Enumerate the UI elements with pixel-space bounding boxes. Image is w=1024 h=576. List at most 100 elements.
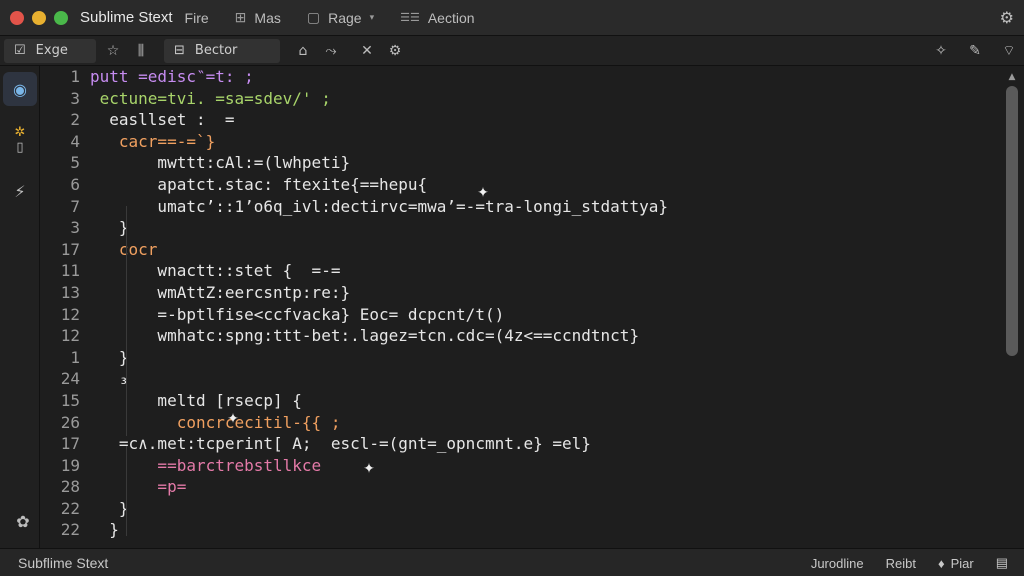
line-number: 12 [60,304,80,324]
code-line[interactable]: concrcecitil-{{ ; [90,412,990,434]
minimize-window-button[interactable] [32,10,46,25]
code-line[interactable]: putt =edisc‶=t: ; [90,66,990,88]
line-number: 1 [70,67,80,86]
document-icon[interactable]: ▤ [996,555,1008,571]
menu-item-aection[interactable]: ☰☰ Aection [400,10,474,26]
line-number: 17 [60,239,80,259]
chat-icon[interactable]: ⌔ [998,40,1020,62]
toolbar-tab-exge[interactable]: ☑ Exge [4,38,96,63]
tools-icon[interactable]: ✕ [356,40,378,62]
menu-item-label: Fire [184,9,209,26]
status-indent[interactable]: Reibt [886,556,916,571]
code-line[interactable]: wnactt::stet { =-= [90,260,990,282]
action-icon: ☰☰ [400,12,420,24]
code-area[interactable]: putt =edisc‶=t: ; ectune=tvi. =sa=sdev/'… [90,66,990,548]
line-number: 17 [60,434,80,454]
line-number-gutter: 1 3 2 4 5 6 7 3 17 11 13 12 12 1 24 15 26 17 19 28 22 22 [40,66,88,548]
code-line[interactable]: wmAttZ:eercsntp:re:} [90,282,990,304]
line-number: 12 [60,326,80,346]
line-number: 1 [70,347,80,367]
code-line[interactable]: } [90,217,990,239]
code-line[interactable]: =p= [90,476,990,498]
editor-pane[interactable]: 1 3 2 4 5 6 7 3 17 11 13 12 12 1 24 15 26 17 19 28 22 22 putt… [40,66,1000,548]
line-number: 4 [70,131,80,151]
line-number: 26 [60,412,80,432]
bulb-icon: ♦ [937,555,945,571]
activity-sidebar: ◉ ✲ ▯ ⚡ ✿ [0,66,40,548]
chevron-down-icon: ▾ [369,12,375,22]
code-line[interactable]: mwttt:cAl:=(lwhpeti} [90,152,990,174]
line-number: 3 [70,218,80,238]
line-number: 28 [60,477,80,497]
indent-guide [126,446,127,536]
scroll-thumb[interactable] [1006,86,1018,356]
line-number: 2 [70,110,80,130]
puzzle-icon[interactable]: ✧ [930,40,952,62]
user-icon[interactable]: ◉ [3,72,37,106]
line-number: 13 [60,282,80,302]
line-number: 22 [60,498,80,518]
menu-bar: Fire ⊞ Mas ▢ Rage ▾ ☰☰ Aection [185,9,475,26]
title-bar: Sublime Stext Fire ⊞ Mas ▢ Rage ▾ ☰☰ Aec… [0,0,1024,36]
line-number: 3 [70,88,80,108]
line-number: 24 [60,369,80,389]
pen-icon[interactable]: ✎ [964,40,986,62]
gear-icon[interactable]: ⚙ [384,40,406,62]
status-right-group: Jurodline Reibt ♦ Piar ▤ [811,555,1008,571]
cell-icon: ▯ [16,140,24,155]
close-window-button[interactable] [10,10,24,25]
cursor-marker: ✦ [227,411,239,427]
battery-icon[interactable]: ✲ ▯ [3,112,37,168]
extensions-icon[interactable]: ✿ [6,504,40,538]
code-line[interactable]: ₃ [90,368,990,390]
indent-guide [126,206,127,436]
line-number: 15 [60,390,80,410]
scroll-up-icon[interactable]: ▲ [1006,72,1018,82]
line-number: 11 [60,261,80,281]
line-number: 5 [70,153,80,173]
code-line[interactable]: wmhatc:spng:ttt-bet:.lagez=tcn.cdc=(4z<=… [90,325,990,347]
code-line[interactable]: umatc’::1’o6q_ivl:dectirvc=mwa’=-=tra-lo… [90,196,990,218]
vertical-scrollbar[interactable]: ▲ [1000,66,1024,548]
code-line[interactable]: cacr==-=`} [90,131,990,153]
app-title: Sublime Stext [80,9,173,26]
status-app-name: Subflime Stext [18,554,109,571]
line-number: 6 [70,174,80,194]
code-line[interactable]: meltd [rsecp] { [90,390,990,412]
toolbar: ☑ Exge ☆ ⫼ ⊟ Bector ⌂ ⤳ ✕ ⚙ ✧ ✎ ⌔ [0,36,1024,66]
menu-item-file[interactable]: Fire [185,10,209,26]
checkbox-icon: ☑ [14,43,26,58]
status-line-ending[interactable]: Jurodline [811,556,864,571]
columns-icon[interactable]: ⫼ [130,40,152,62]
star-icon[interactable]: ☆ [102,40,124,62]
line-number: 7 [70,196,80,216]
page-icon: ▢ [306,9,321,25]
code-line[interactable]: } [90,347,990,369]
code-line[interactable]: cocr [90,239,990,261]
menu-item-mas[interactable]: ⊞ Mas [235,9,281,26]
home-icon[interactable]: ⌂ [292,40,314,62]
window-controls [10,10,68,25]
list-icon: ⊟ [174,43,185,58]
status-syntax[interactable]: ♦ Piar [938,556,974,571]
code-line[interactable]: easllset : = [90,109,990,131]
code-line[interactable]: } [90,498,990,520]
debug-icon[interactable]: ⚡ [3,174,37,208]
spark-icon: ✲ [14,125,26,140]
code-line[interactable]: =-bptlfise<ccfvacka} Eoc= dcpcnt/t() [90,304,990,326]
status-syntax-label: Piar [950,555,974,571]
branch-icon[interactable]: ⤳ [320,40,342,62]
settings-gear-icon[interactable]: ⚙ [1000,8,1014,27]
code-line[interactable]: ectune=tvi. =sa=sdev/' ; [90,88,990,110]
code-line[interactable]: apatct.stac: ftexite{==hepu⁡{ [90,174,990,196]
toolbar-tab-bector[interactable]: ⊟ Bector [164,38,280,63]
menu-item-label: Rage [328,9,362,26]
code-line[interactable]: =c∧.met:tcperint[ A; escl-=(gnt=_opncmnt… [90,433,990,455]
maximize-window-button[interactable] [54,10,68,25]
code-line[interactable]: } [90,519,990,541]
cursor-marker: ✦ [363,461,375,477]
code-line[interactable]: ==barctrebstllkce [90,455,990,477]
cursor-marker: ✦ [477,185,489,201]
menu-item-rage[interactable]: ▢ Rage ▾ [307,9,374,26]
grid-icon: ⊞ [234,9,247,25]
